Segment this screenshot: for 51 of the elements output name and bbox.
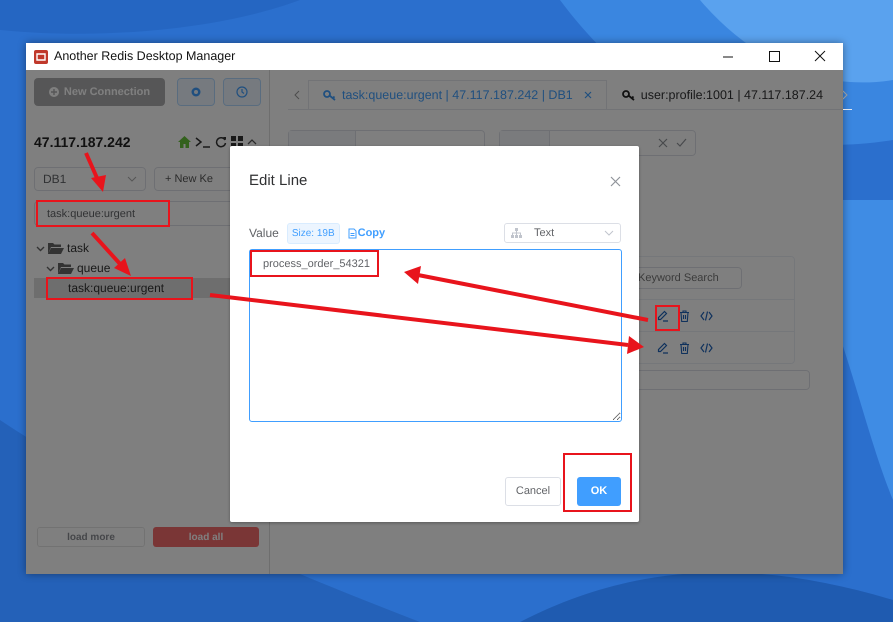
delete-icon[interactable] <box>679 310 690 322</box>
tree-folder-label[interactable]: queue <box>77 259 110 277</box>
close-icon[interactable] <box>610 176 621 187</box>
caret-icon <box>604 230 614 236</box>
format-select[interactable]: Text <box>504 223 621 243</box>
settings-button[interactable] <box>177 78 215 106</box>
clock-icon <box>236 86 248 98</box>
refresh-icon[interactable] <box>215 136 227 148</box>
annotation-box <box>563 453 632 512</box>
delete-icon[interactable] <box>679 342 690 354</box>
cancel-button[interactable]: Cancel <box>505 477 561 506</box>
code-icon[interactable] <box>700 342 713 352</box>
tab[interactable]: user:profile:1001 | 47.117.187.24 <box>606 80 838 109</box>
edit-icon[interactable] <box>657 310 669 322</box>
collapse-icon[interactable] <box>247 138 257 146</box>
home-icon[interactable] <box>178 136 191 148</box>
connection-host: 47.117.187.242 <box>34 132 131 152</box>
cancel-icon[interactable] <box>658 138 668 148</box>
tree-structure-icon <box>511 228 522 238</box>
key-icon <box>323 89 337 101</box>
tree-folder-label[interactable]: task <box>67 239 90 257</box>
document-icon <box>348 228 357 238</box>
expanded-caret-icon[interactable] <box>36 244 45 252</box>
tab[interactable]: task:queue:urgent | 47.117.187.242 | DB1 <box>308 80 607 109</box>
key-icon <box>622 89 636 101</box>
caret-icon <box>127 176 137 182</box>
database-select[interactable]: DB1 <box>34 167 146 191</box>
load-more-button[interactable]: load more <box>37 527 145 547</box>
annotation-box <box>655 305 680 331</box>
tab-label: task:queue:urgent | 47.117.187.242 | DB1 <box>342 86 573 104</box>
expanded-caret-icon[interactable] <box>46 264 55 272</box>
value-label: Value <box>249 225 279 242</box>
annotation-arrow <box>84 152 106 192</box>
close-icon[interactable] <box>584 91 592 99</box>
settings-icon <box>190 86 202 98</box>
history-button[interactable] <box>223 78 261 106</box>
confirm-icon[interactable] <box>676 138 687 148</box>
folder-icon <box>48 242 64 254</box>
ok-button[interactable]: OK <box>577 477 621 506</box>
copy-button[interactable]: Copy <box>348 224 386 242</box>
code-icon[interactable] <box>700 310 713 320</box>
size-badge: Size: 19B <box>286 222 340 244</box>
load-all-button[interactable]: load all <box>153 527 259 547</box>
window-title: Another Redis Desktop Manager <box>54 48 236 66</box>
value-textarea[interactable]: process_order_54321 <box>249 248 622 422</box>
app-logo-icon <box>34 50 48 64</box>
folder-icon <box>58 262 74 274</box>
tab-label: user:profile:1001 | 47.117.187.24 <box>640 86 824 104</box>
edit-icon[interactable] <box>657 342 669 354</box>
terminal-icon[interactable] <box>195 136 211 148</box>
plus-circle-icon <box>48 87 59 97</box>
